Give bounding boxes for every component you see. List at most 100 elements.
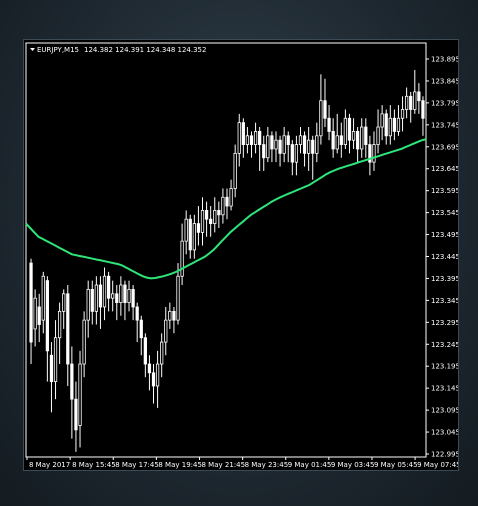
candle-body-bullish <box>94 284 98 312</box>
candle-body-bullish <box>298 135 303 145</box>
candle-body-bearish <box>135 306 139 321</box>
time-tick-label: 8 May 15:45 <box>72 461 116 469</box>
candle-body-bullish <box>155 363 160 387</box>
price-tick-label: 123.545 <box>431 209 458 217</box>
time-tick-label: 8 May 21:45 <box>201 461 245 469</box>
candle-body-bullish <box>372 144 376 163</box>
time-tick-label: 8 May 23:45 <box>245 461 289 469</box>
candle-body-bearish <box>347 117 352 141</box>
candle-body-bearish <box>392 117 397 132</box>
price-tick-label: 123.395 <box>431 275 458 283</box>
candle-body-bearish <box>327 117 331 132</box>
time-tick-label: 9 May 07:45 <box>417 461 458 469</box>
price-tick-label: 123.045 <box>431 429 458 437</box>
price-tick-label: 123.745 <box>431 121 458 129</box>
candle-body-bullish <box>78 363 82 426</box>
symbol-label: EURJPY,M15 <box>37 46 79 54</box>
candle-body-bullish <box>266 135 270 159</box>
candle-body-bullish <box>180 240 184 277</box>
price-tick-label: 123.645 <box>431 165 458 173</box>
price-tick-label: 123.095 <box>431 407 458 415</box>
candle-body-bearish <box>323 100 327 119</box>
candle-body-bearish <box>139 319 143 339</box>
candle-body-bearish <box>172 310 176 321</box>
candle-body-bearish <box>241 122 245 145</box>
candle-body-bullish <box>184 218 188 242</box>
price-tick-label: 123.795 <box>431 99 458 107</box>
candle-body-bearish <box>286 135 290 145</box>
candle-body-bearish <box>204 210 209 220</box>
candle-body-bullish <box>237 122 241 154</box>
price-tick-label: 123.245 <box>431 341 458 349</box>
candles-group <box>29 69 425 452</box>
candle-body-bearish <box>70 363 74 400</box>
candle-body-bearish <box>262 144 266 159</box>
candle-body-bullish <box>221 196 225 216</box>
time-tick-label: 8 May 19:45 <box>158 461 202 469</box>
candle-body-bearish <box>249 135 254 145</box>
candle-body-bearish <box>339 135 343 145</box>
candle-body-bearish <box>143 337 147 365</box>
candle-body-bullish <box>413 91 417 110</box>
candle-body-bullish <box>160 341 164 365</box>
candle-body-bearish <box>196 223 201 233</box>
dropdown-arrow-icon[interactable] <box>30 48 35 51</box>
candle-body-bullish <box>213 210 217 224</box>
candle-body-bullish <box>127 289 131 303</box>
ohlc-values: 124.382 124.391 124.348 124.352 <box>84 46 206 54</box>
candle-body-bullish <box>405 95 409 110</box>
candle-body-bullish <box>200 210 205 233</box>
moving-average-line <box>25 138 427 280</box>
candle-body-bearish <box>278 139 282 154</box>
price-tick-label: 123.345 <box>431 297 458 305</box>
candle-body-bullish <box>294 144 299 163</box>
price-tick-label: 123.695 <box>431 143 458 151</box>
candle-body-bullish <box>57 310 62 339</box>
candle-body-bullish <box>192 223 196 251</box>
candle-body-bullish <box>164 319 168 343</box>
candle-body-bullish <box>388 117 392 137</box>
candle-body-bearish <box>290 144 294 163</box>
candle-body-bearish <box>217 210 221 216</box>
candle-body-bearish <box>364 126 368 145</box>
candle-body-bullish <box>229 188 233 207</box>
time-tick-label: 8 May 2017 <box>29 461 70 469</box>
candle-body-bearish <box>417 91 421 102</box>
time-axis: 8 May 2017 8 May 15:45 8 May 17:45 8 May 19… <box>26 457 458 469</box>
candle-body-bullish <box>253 131 258 145</box>
candle-body-bullish <box>86 289 90 321</box>
candle-body-bullish <box>53 337 58 382</box>
candle-body-bearish <box>115 293 119 303</box>
candle-body-bearish <box>421 100 425 119</box>
candle-body-bearish <box>384 113 388 137</box>
candle-body-bearish <box>45 280 49 352</box>
candle-body-bearish <box>409 95 413 110</box>
candle-body-bearish <box>331 131 335 150</box>
candle-body-bullish <box>319 100 323 137</box>
candlestick-chart: EURJPY,M15 124.382 124.391 124.348 124.3… <box>25 42 458 469</box>
candle-body-bullish <box>41 275 45 321</box>
candle-body-bearish <box>29 262 33 343</box>
price-tick-label: 123.495 <box>431 231 458 239</box>
candle-body-bearish <box>98 284 103 308</box>
candle-body-bullish <box>33 297 37 330</box>
price-tick-label: 123.845 <box>431 77 458 85</box>
price-tick-label: 123.145 <box>431 385 458 393</box>
time-tick-label: 9 May 05:45 <box>374 461 418 469</box>
price-tick-label: 123.895 <box>431 56 458 64</box>
candle-body-bullish <box>396 117 401 132</box>
candle-body-bearish <box>258 131 262 145</box>
candle-body-bearish <box>147 363 152 374</box>
candle-body-bullish <box>168 310 172 321</box>
candle-body-bullish <box>176 275 180 321</box>
candle-body-bullish <box>233 152 237 189</box>
candle-body-bullish <box>119 284 123 303</box>
candle-body-bearish <box>209 218 213 224</box>
candle-body-bearish <box>123 284 127 303</box>
candle-body-bearish <box>74 398 78 431</box>
candle-body-bullish <box>111 293 115 299</box>
candle-body-bullish <box>360 126 364 150</box>
chart-window: EURJPY,M15 124.382 124.391 124.348 124.3… <box>24 40 458 470</box>
candle-body-bullish <box>380 113 384 128</box>
candle-body-bullish <box>315 135 319 154</box>
